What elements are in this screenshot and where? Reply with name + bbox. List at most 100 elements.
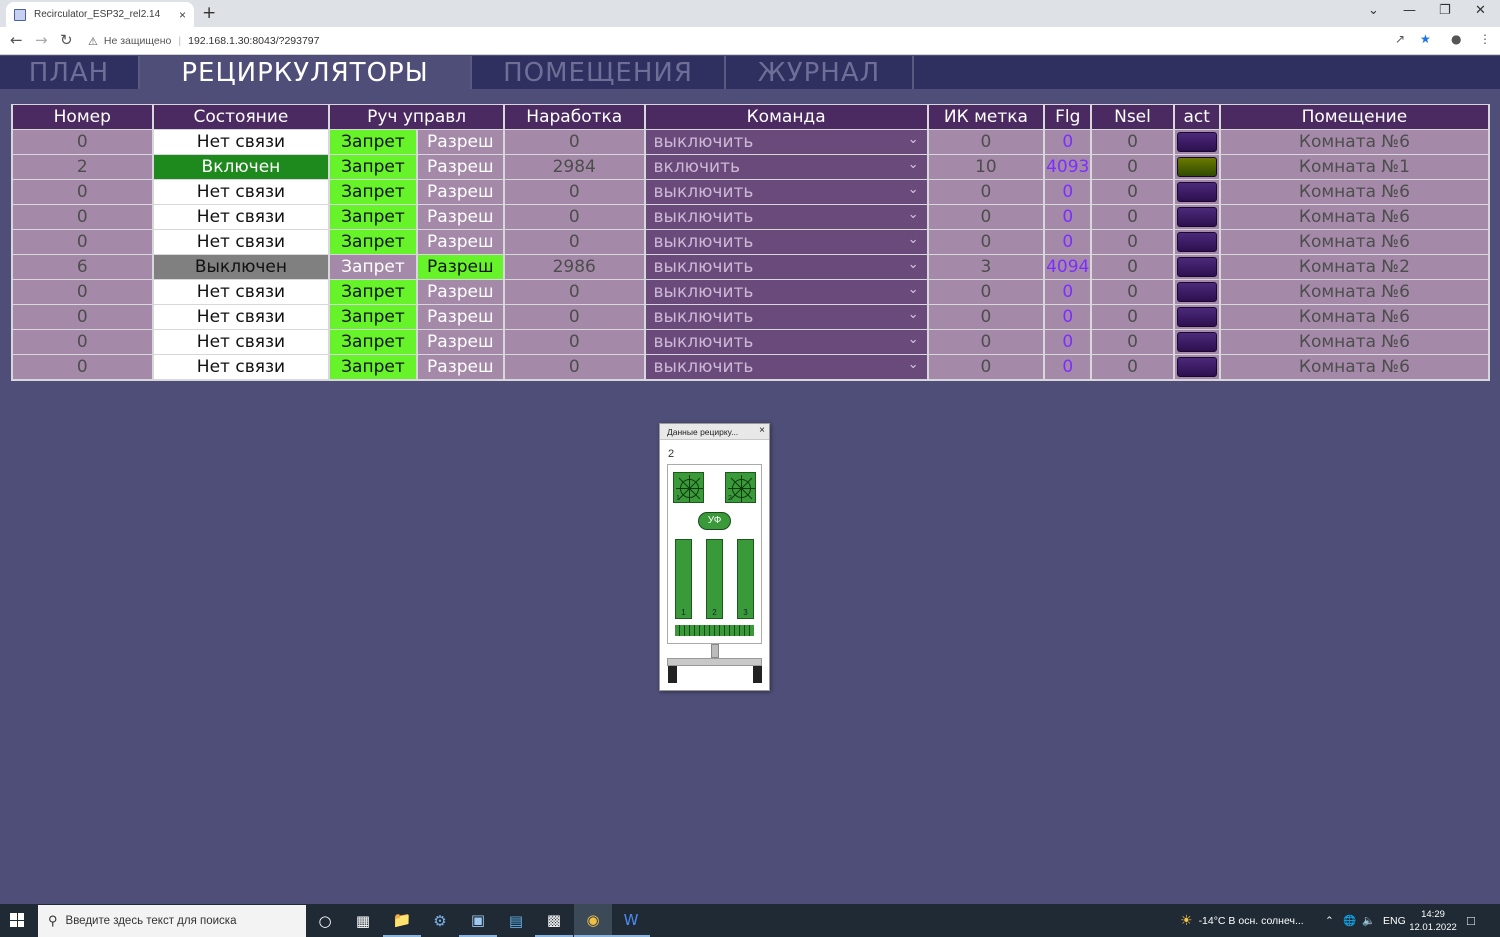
cell-ir-tag: 0 [928,130,1044,154]
command-select[interactable]: выключить ⌄ [645,255,927,279]
tab-search-icon[interactable]: ⌄ [1368,3,1379,18]
tab-rooms[interactable]: ПОМЕЩЕНИЯ [472,56,726,89]
file-explorer-icon[interactable]: 📁 [383,904,421,937]
act-led-icon [1176,207,1217,227]
allow-button[interactable]: Разреш [417,205,503,229]
command-select[interactable]: выключить ⌄ [645,355,927,379]
ban-button-text: Запрет [341,182,405,202]
cell-nsel: 0 [1092,305,1173,329]
chevron-down-icon: ⌄ [907,257,919,272]
allow-button[interactable]: Разреш [417,180,503,204]
cell-ir-tag: 0 [928,280,1044,304]
command-select[interactable]: включить ⌄ [645,155,927,179]
command-select[interactable]: выключить ⌄ [645,330,927,354]
command-select[interactable]: выключить ⌄ [645,230,927,254]
share-icon[interactable]: ↗ [1395,32,1405,46]
tray-chevron-icon[interactable]: ⌃ [1325,904,1334,937]
ban-button[interactable]: Запрет [330,255,416,279]
window-close-icon[interactable]: ✕ [1475,3,1486,18]
tab-recirculators[interactable]: РЕЦИРКУЛЯТОРЫ [140,56,472,89]
allow-button[interactable]: Разреш [417,155,503,179]
command-select[interactable]: выключить ⌄ [645,180,927,204]
tab-plan[interactable]: ПЛАН [0,56,140,89]
network-app-icon[interactable]: ⚙ [421,904,459,937]
command-select[interactable]: выключить ⌄ [645,130,927,154]
cell-room-text: Комната №6 [1298,357,1410,377]
url-separator: | [178,35,182,47]
task-view-icon[interactable]: ▦ [344,904,382,937]
browser-menu-icon[interactable]: ⋮ [1479,32,1491,46]
ban-button[interactable]: Запрет [330,155,416,179]
cell-number: 6 [13,255,152,279]
ban-button[interactable]: Запрет [330,205,416,229]
popup-close-icon[interactable]: × [759,425,765,436]
allow-button[interactable]: Разреш [417,230,503,254]
ban-button[interactable]: Запрет [330,330,416,354]
volume-icon[interactable]: 🔈 [1362,904,1375,937]
taskbar-clock[interactable]: 14:29 12.01.2022 [1408,908,1458,934]
window-restore-icon[interactable]: ❐ [1439,3,1451,18]
reload-icon[interactable]: ↻ [60,31,73,49]
network-icon[interactable]: 🌐 [1343,904,1356,937]
cell-room-text: Комната №6 [1298,132,1410,152]
cell-number-text: 0 [76,232,88,252]
tab-journal[interactable]: ЖУРНАЛ [726,56,914,89]
allow-button[interactable]: Разреш [417,305,503,329]
cell-nsel-text: 0 [1127,232,1138,252]
ban-button[interactable]: Запрет [330,280,416,304]
url-field[interactable]: ⚠ Не защищено | 192.168.1.30:8043/?29379… [88,31,1488,51]
cell-nsel-text: 0 [1127,132,1138,152]
allow-button[interactable]: Разреш [417,330,503,354]
cell-flg-text: 4093 [1046,157,1090,177]
allow-button[interactable]: Разреш [417,355,503,379]
chrome-icon[interactable]: ◉ [574,904,612,937]
cell-number-text: 0 [76,332,88,352]
cell-room: Комната №6 [1220,330,1488,354]
cell-number: 2 [13,155,152,179]
cell-flg-text: 0 [1062,232,1074,252]
bookmark-star-icon[interactable]: ★ [1420,32,1431,46]
ban-button[interactable]: Запрет [330,230,416,254]
cell-room-text: Комната №6 [1298,332,1410,352]
cell-ir-tag-text: 0 [980,132,992,152]
cortana-icon[interactable]: ○ [306,904,344,937]
command-select[interactable]: выключить ⌄ [645,205,927,229]
new-tab-icon[interactable]: + [202,3,216,23]
cell-flg: 4093 [1045,155,1091,179]
col-header-nsel: Nsel [1092,105,1173,129]
ban-button[interactable]: Запрет [330,305,416,329]
allow-button-text: Разреш [427,232,494,252]
chevron-down-icon: ⌄ [907,157,919,172]
forward-arrow-icon[interactable]: → [35,31,48,49]
act-led-icon [1176,257,1217,277]
ban-button[interactable]: Запрет [330,130,416,154]
weather-widget[interactable]: ☀ -14°C В осн. солнеч... [1180,904,1304,937]
tab-close-icon[interactable]: × [179,8,186,22]
command-select[interactable]: выключить ⌄ [645,280,927,304]
notifications-icon[interactable]: □ [1467,904,1475,937]
taskbar-search-box[interactable]: ⚲ Введите здесь текст для поиска [38,905,306,937]
status-cell: Нет связи [153,205,329,229]
ban-button[interactable]: Запрет [330,180,416,204]
windows-start-icon[interactable] [10,913,24,927]
profile-avatar-icon[interactable]: ● [1451,32,1461,46]
command-select[interactable]: выключить ⌄ [645,305,927,329]
browser-tab[interactable]: Recirculator_ESP32_rel2.14 × [6,2,194,27]
allow-button[interactable]: Разреш [417,130,503,154]
popup-recirculator-number: 2 [668,448,675,460]
cell-ir-tag-text: 3 [980,257,992,277]
monitor-app-icon[interactable]: ▤ [497,904,535,937]
remote-app-icon[interactable]: ▣ [459,904,497,937]
col-header-manual: Руч управл [330,105,503,129]
cell-nsel-text: 0 [1127,357,1138,377]
popup-title-bar[interactable]: Данные рециpку... × [660,424,769,440]
terminal-icon[interactable]: ▩ [535,904,573,937]
allow-button[interactable]: Разреш [417,280,503,304]
cell-room-text: Комната №6 [1298,307,1410,327]
back-arrow-icon[interactable]: ← [10,31,23,49]
ban-button[interactable]: Запрет [330,355,416,379]
allow-button[interactable]: Разреш [417,255,503,279]
language-indicator[interactable]: ENG [1383,904,1406,937]
word-icon[interactable]: W [612,904,650,937]
window-minimize-icon[interactable]: — [1403,3,1416,18]
